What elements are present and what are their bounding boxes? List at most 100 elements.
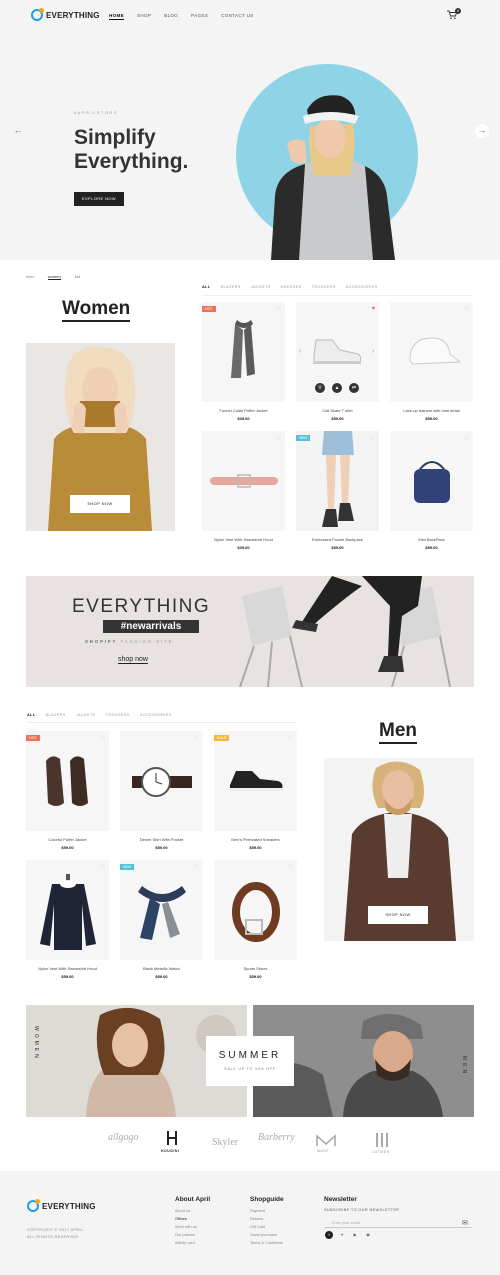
nav-contact[interactable]: CONTACT US bbox=[221, 13, 253, 20]
women-shop-now-button[interactable]: SHOP NOW bbox=[70, 495, 130, 513]
footer-link[interactable]: Terms & Conditions bbox=[250, 1241, 283, 1245]
arrow-right-icon[interactable]: → bbox=[475, 124, 489, 138]
product-card[interactable]: ♡ bbox=[390, 302, 473, 402]
tab-blazers[interactable]: BLAZERS bbox=[221, 285, 241, 289]
banner-shop-now-link[interactable]: shop now bbox=[118, 656, 148, 664]
tab-all[interactable]: ALL bbox=[27, 713, 36, 717]
page: EVERYTHING HOME SHOP BLOG PAGES CONTACT … bbox=[0, 0, 500, 1275]
tab-trousers[interactable]: TROUSERS bbox=[106, 713, 130, 717]
product-price: $59.00 bbox=[425, 416, 438, 421]
product-card[interactable]: HOT ♡ bbox=[202, 302, 285, 402]
sweater-image bbox=[40, 874, 96, 950]
nav-blog[interactable]: BLOG bbox=[164, 13, 178, 20]
footer-link[interactable]: Our policies bbox=[175, 1233, 195, 1237]
brand-logo[interactable]: allgogo bbox=[108, 1132, 139, 1143]
prev-image-icon[interactable]: ‹ bbox=[299, 348, 301, 355]
logo-text: EVERYTHING bbox=[46, 10, 100, 20]
heart-icon[interactable]: ♡ bbox=[194, 864, 199, 871]
product-name[interactable]: Mini BackPack bbox=[390, 537, 473, 542]
heart-icon[interactable]: ♡ bbox=[464, 435, 469, 442]
product-name[interactable]: Colorful Puffer Jacket bbox=[26, 837, 109, 842]
tab-blazers[interactable]: BLAZERS bbox=[46, 713, 66, 717]
product-card[interactable]: ♡ bbox=[26, 860, 109, 960]
footer-link[interactable]: About us bbox=[175, 1209, 190, 1213]
product-name[interactable]: Denim Shirt With Pocket bbox=[120, 837, 203, 842]
footer-link[interactable]: Work with us bbox=[175, 1225, 197, 1229]
send-icon[interactable]: ✉ bbox=[462, 1219, 468, 1227]
heart-icon[interactable]: ♡ bbox=[288, 864, 293, 871]
belt-image bbox=[232, 882, 280, 942]
catmen-icon bbox=[376, 1133, 388, 1147]
heart-filled-icon[interactable]: ♥ bbox=[371, 306, 375, 312]
quick-view-icon[interactable]: ⚲ bbox=[315, 383, 325, 393]
product-card[interactable]: NEW ♡ bbox=[120, 860, 203, 960]
nav-shop[interactable]: SHOP bbox=[137, 13, 151, 20]
hero-cat-men[interactable]: men bbox=[26, 274, 34, 280]
footer-link[interactable]: Payment bbox=[250, 1209, 265, 1213]
next-image-icon[interactable]: › bbox=[372, 348, 374, 355]
heart-icon[interactable]: ♡ bbox=[100, 735, 105, 742]
heart-icon[interactable]: ♡ bbox=[194, 735, 199, 742]
product-name[interactable]: Sports Shoes bbox=[214, 966, 297, 971]
tab-all[interactable]: ALL bbox=[202, 285, 211, 289]
heart-icon[interactable]: ♡ bbox=[100, 864, 105, 871]
compare-icon[interactable]: ⇄ bbox=[349, 383, 359, 393]
tab-accessories[interactable]: ACCESSORIES bbox=[140, 713, 172, 717]
add-to-cart-icon[interactable]: ▲ bbox=[332, 383, 342, 393]
product-name[interactable]: Black Metallic Watch bbox=[120, 966, 203, 971]
product-name[interactable]: Funnel Collar Puffer Jacket bbox=[202, 408, 285, 413]
footer-link[interactable]: Guest purchase bbox=[250, 1233, 277, 1237]
youtube-icon[interactable]: ▶ bbox=[351, 1231, 359, 1239]
product-name[interactable]: Embossed Pocket Backpack bbox=[296, 537, 379, 542]
footer-link[interactable]: Gift Card bbox=[250, 1225, 265, 1229]
women-category-tabs: ALL BLAZERS JACKETS DRESSES TROUSERS ACC… bbox=[202, 285, 378, 289]
product-name[interactable]: Cali Skate T shirt bbox=[296, 408, 379, 413]
footer-logo[interactable]: EVERYTHING bbox=[27, 1199, 96, 1212]
men-category-tabs: ALL BLAZERS JACKETS TROUSERS ACCESSORIES bbox=[27, 713, 172, 717]
product-card[interactable]: ♡ bbox=[390, 431, 473, 531]
footer-link[interactable]: Offices bbox=[175, 1217, 187, 1221]
nav-home[interactable]: HOME bbox=[109, 13, 124, 20]
twitter-icon[interactable]: ✦ bbox=[338, 1231, 346, 1239]
heart-icon[interactable]: ♡ bbox=[276, 435, 281, 442]
tab-jackets[interactable]: JACKETS bbox=[251, 285, 271, 289]
product-name[interactable]: Nylon Vest With Sweatshirt Hood bbox=[202, 537, 285, 542]
arrow-left-icon[interactable]: ← bbox=[11, 124, 25, 138]
tab-accessories[interactable]: ACCESSORIES bbox=[346, 285, 378, 289]
newsletter-email-input[interactable]: Enter your email bbox=[324, 1218, 472, 1228]
footer-link[interactable]: Returns bbox=[250, 1217, 263, 1221]
tab-jackets[interactable]: JACKETS bbox=[76, 713, 96, 717]
nav-pages[interactable]: PAGES bbox=[191, 13, 208, 20]
summer-sale-box[interactable]: SUMMER SALE UP TO 30% OFF bbox=[206, 1036, 294, 1086]
product-card[interactable]: SALE ♡ bbox=[214, 731, 297, 831]
product-card[interactable]: ♡ bbox=[120, 731, 203, 831]
tab-trousers[interactable]: TROUSERS bbox=[312, 285, 336, 289]
product-name[interactable]: Nylon Vest With Sweatshirt Hood bbox=[26, 966, 109, 971]
copyright: COPYRIGHT © 2017 APRIL. bbox=[27, 1228, 85, 1232]
brand-logo[interactable]: Barberry bbox=[258, 1132, 295, 1143]
product-card[interactable]: HOT ♡ bbox=[26, 731, 109, 831]
heart-icon[interactable]: ♡ bbox=[288, 735, 293, 742]
men-shop-now-button[interactable]: SHOP NOW bbox=[368, 906, 428, 924]
product-name[interactable]: Men's Perforated Sneakers bbox=[214, 837, 297, 842]
brand-logo-caption: CATMEN bbox=[372, 1150, 390, 1154]
heart-icon[interactable]: ♡ bbox=[370, 435, 375, 442]
product-card[interactable]: NEW ♡ bbox=[296, 431, 379, 531]
explore-now-button[interactable]: EXPLORE NOW bbox=[74, 192, 124, 206]
product-card[interactable]: ♡ bbox=[202, 431, 285, 531]
rss-icon[interactable]: ◉ bbox=[364, 1231, 372, 1239]
heart-icon[interactable]: ♡ bbox=[276, 306, 281, 313]
houdini-logo[interactable] bbox=[166, 1131, 178, 1145]
product-card[interactable]: ♥ ‹ › ⚲ ▲ ⇄ bbox=[296, 302, 379, 402]
product-name[interactable]: Lace-up trainers with heel detail bbox=[390, 408, 473, 413]
hero-cat-women[interactable]: women bbox=[47, 274, 61, 280]
hero-cat-kid[interactable]: kid bbox=[75, 274, 80, 280]
hero-slider: #APRILSTORE Simplify Everything. EXPLORE… bbox=[0, 34, 500, 280]
product-card[interactable]: ♡ bbox=[214, 860, 297, 960]
heart-icon[interactable]: ♡ bbox=[464, 306, 469, 313]
tab-dresses[interactable]: DRESSES bbox=[281, 285, 302, 289]
logo[interactable]: EVERYTHING bbox=[31, 8, 100, 21]
facebook-icon[interactable]: f bbox=[325, 1231, 333, 1239]
brand-logo[interactable]: Skyler bbox=[212, 1137, 238, 1148]
footer-link[interactable]: Affinity card bbox=[175, 1241, 195, 1245]
